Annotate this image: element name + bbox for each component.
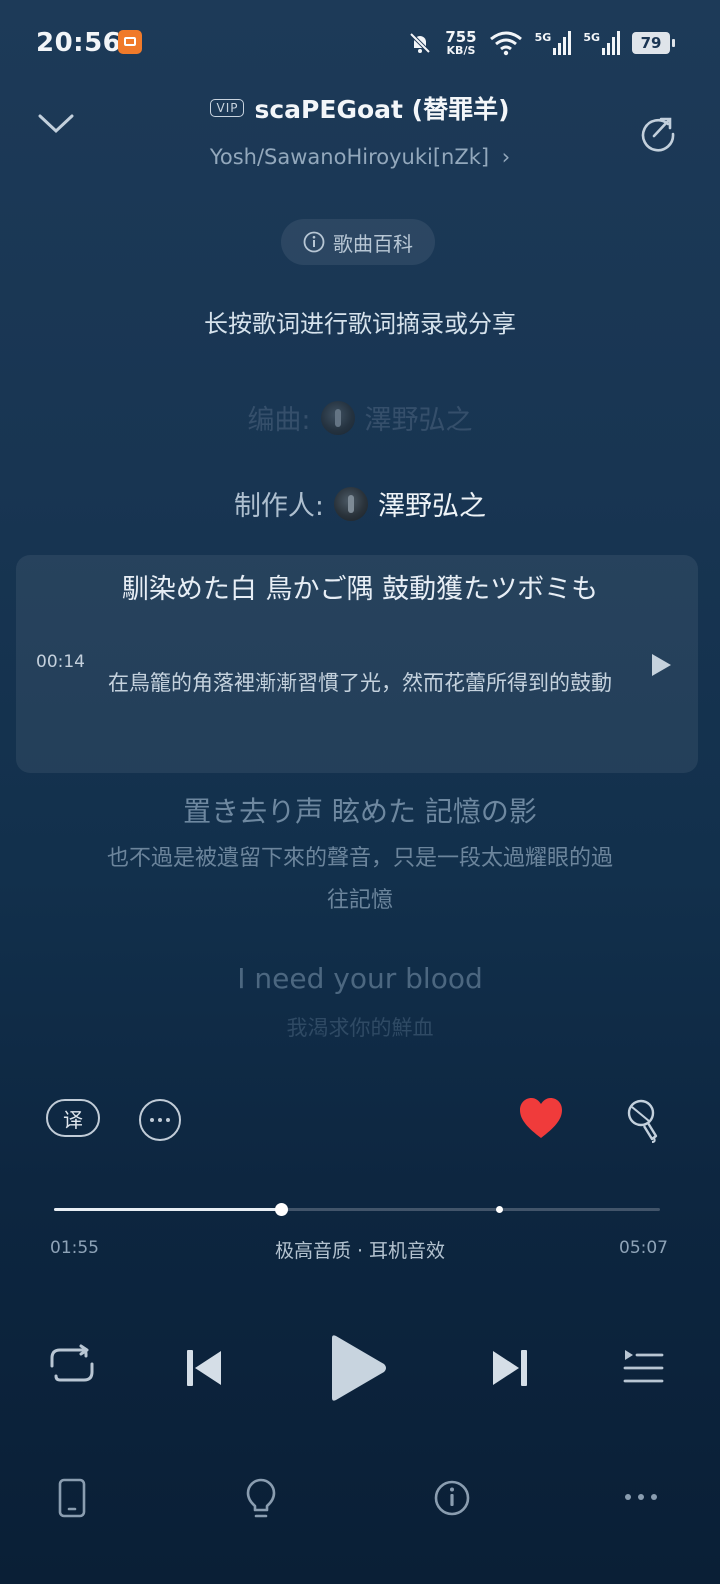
play-icon[interactable] (328, 1334, 388, 1402)
karaoke-mic-icon[interactable] (622, 1098, 662, 1144)
artist-link[interactable]: Yosh/SawanoHiroyuki[nZk] › (0, 145, 720, 169)
lyric-timestamp: 00:14 (36, 652, 85, 672)
playlist-icon[interactable] (622, 1348, 664, 1386)
phone-device-icon[interactable] (58, 1478, 86, 1518)
status-time: 20:56 (36, 28, 122, 58)
credit-label: 编曲: (247, 405, 311, 436)
wifi-icon (489, 31, 522, 56)
vip-badge: VIP (210, 99, 245, 117)
heart-icon[interactable] (518, 1096, 564, 1140)
translate-toggle-button[interactable]: 译 (46, 1099, 100, 1137)
total-time: 05:07 (619, 1238, 668, 1258)
cellular-signal-icon (553, 31, 572, 55)
signal-2: 5G (583, 31, 620, 55)
song-title: scaPEGoat (替罪羊) (254, 95, 510, 124)
lightbulb-icon[interactable] (245, 1478, 277, 1520)
battery-indicator: 79 (632, 32, 675, 54)
play-from-lyric-icon[interactable] (650, 653, 672, 677)
previous-icon[interactable] (184, 1348, 224, 1388)
chevron-right-icon: › (501, 145, 511, 169)
artist-name: Yosh/SawanoHiroyuki[nZk] (209, 145, 490, 169)
cellular-signal-icon (602, 31, 620, 55)
share-icon[interactable] (638, 112, 678, 152)
network-speed: 755 KB/S (445, 28, 477, 57)
network-speed-unit: KB/S (446, 44, 476, 57)
progress-fill (54, 1208, 282, 1211)
credit-producer[interactable]: 制作人: 澤野弘之 (0, 484, 720, 523)
credit-name: 澤野弘之 (378, 491, 487, 522)
dot (150, 1118, 154, 1122)
status-indicators: 755 KB/S 5G 5G 79 (407, 26, 675, 60)
signal-1: 5G (535, 31, 572, 55)
status-bar: 20:56 755 KB/S 5G 5G 79 (0, 0, 720, 84)
dot (166, 1118, 170, 1122)
network-speed-value: 755 (445, 28, 477, 46)
info-icon[interactable] (433, 1479, 471, 1517)
next-icon[interactable] (490, 1348, 530, 1388)
credit-name: 澤野弘之 (364, 405, 473, 436)
credit-label: 制作人: (233, 491, 325, 522)
repeat-icon[interactable] (48, 1344, 96, 1386)
credit-arranger[interactable]: 编曲: 澤野弘之 (0, 398, 720, 437)
more-horizontal-icon[interactable] (624, 1492, 658, 1502)
info-circle-icon (303, 231, 325, 253)
mute-bell-icon (409, 32, 431, 54)
dot (158, 1118, 162, 1122)
current-lyric-original[interactable]: 馴染めた白 鳥かご隅 鼓動獲たツボミも (100, 568, 620, 612)
audio-quality-button[interactable]: 极高音质 · 耳机音效 (0, 1236, 720, 1263)
lyrics-hint: 长按歌词进行歌词摘录或分享 (204, 310, 516, 338)
song-wiki-label: 歌曲百科 (333, 231, 413, 256)
lyric-line-original[interactable]: 置き去り声 眩めた 記憶の影 (0, 790, 720, 830)
app-notification-icon (118, 30, 142, 54)
lyric-line-original[interactable]: I need your blood (0, 962, 720, 995)
lyric-line-translation[interactable]: 也不過是被遺留下來的聲音，只是一段太過耀眼的過往記憶 (100, 838, 620, 922)
avatar (320, 400, 355, 435)
avatar (334, 486, 369, 521)
lyric-line-translation[interactable]: 我渴求你的鮮血 (0, 1012, 720, 1042)
signal-1-label: 5G (534, 31, 552, 44)
current-lyric-translation[interactable]: 在鳥籠的角落裡漸漸習慣了光，然而花蕾所得到的鼓動 (100, 662, 620, 704)
song-title-row[interactable]: VIP scaPEGoat (替罪羊) (0, 90, 720, 126)
song-wiki-button[interactable]: 歌曲百科 (281, 219, 435, 265)
signal-2-label: 5G (583, 31, 600, 44)
more-options-button[interactable] (139, 1099, 181, 1141)
highlight-marker (496, 1206, 503, 1213)
progress-thumb[interactable] (275, 1203, 289, 1216)
